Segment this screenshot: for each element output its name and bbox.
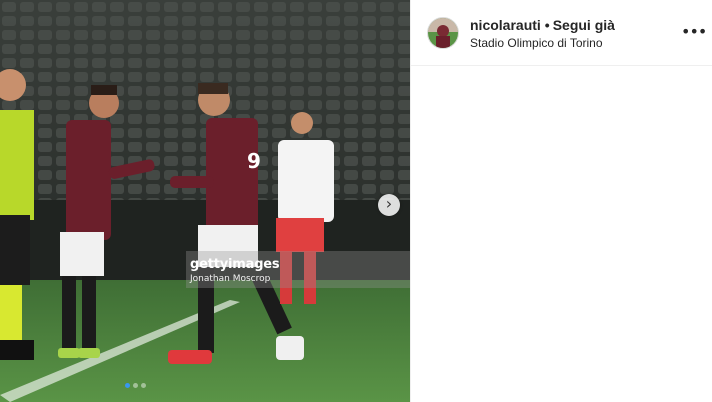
post-side-panel: nicolarauti • Segui già Stadio Olimpico di… bbox=[410, 0, 712, 402]
svg-text:9: 9 bbox=[247, 149, 261, 173]
avatar-image bbox=[428, 18, 458, 48]
username-link[interactable]: nicolarauti bbox=[470, 17, 541, 33]
watermark-credit: Jonathan Moscrop bbox=[190, 274, 271, 284]
ellipsis-icon: ••• bbox=[681, 22, 707, 41]
carousel-next-button[interactable]: › bbox=[378, 194, 400, 216]
separator: • bbox=[544, 17, 550, 33]
post-header: nicolarauti • Segui già Stadio Olimpico di… bbox=[411, 0, 712, 66]
more-options-button[interactable]: ••• bbox=[681, 22, 707, 42]
following-button[interactable]: Segui già bbox=[553, 17, 615, 33]
carousel-dot bbox=[133, 383, 138, 388]
location-link[interactable]: Stadio Olimpico di Torino bbox=[470, 36, 603, 50]
avatar[interactable] bbox=[427, 17, 459, 49]
chevron-right-icon: › bbox=[385, 194, 393, 213]
watermark-logo: gettyimages bbox=[190, 257, 280, 272]
getty-watermark: gettyimages Jonathan Moscrop bbox=[186, 251, 410, 288]
post-photo-image: 9 bbox=[0, 0, 410, 402]
post-photo[interactable]: 9 gettyimages Jonathan Moscrop › bbox=[0, 0, 410, 402]
carousel-dot bbox=[141, 383, 146, 388]
carousel-dot-active bbox=[125, 383, 130, 388]
user-line: nicolarauti • Segui già bbox=[470, 17, 615, 33]
carousel-indicator bbox=[125, 383, 146, 388]
